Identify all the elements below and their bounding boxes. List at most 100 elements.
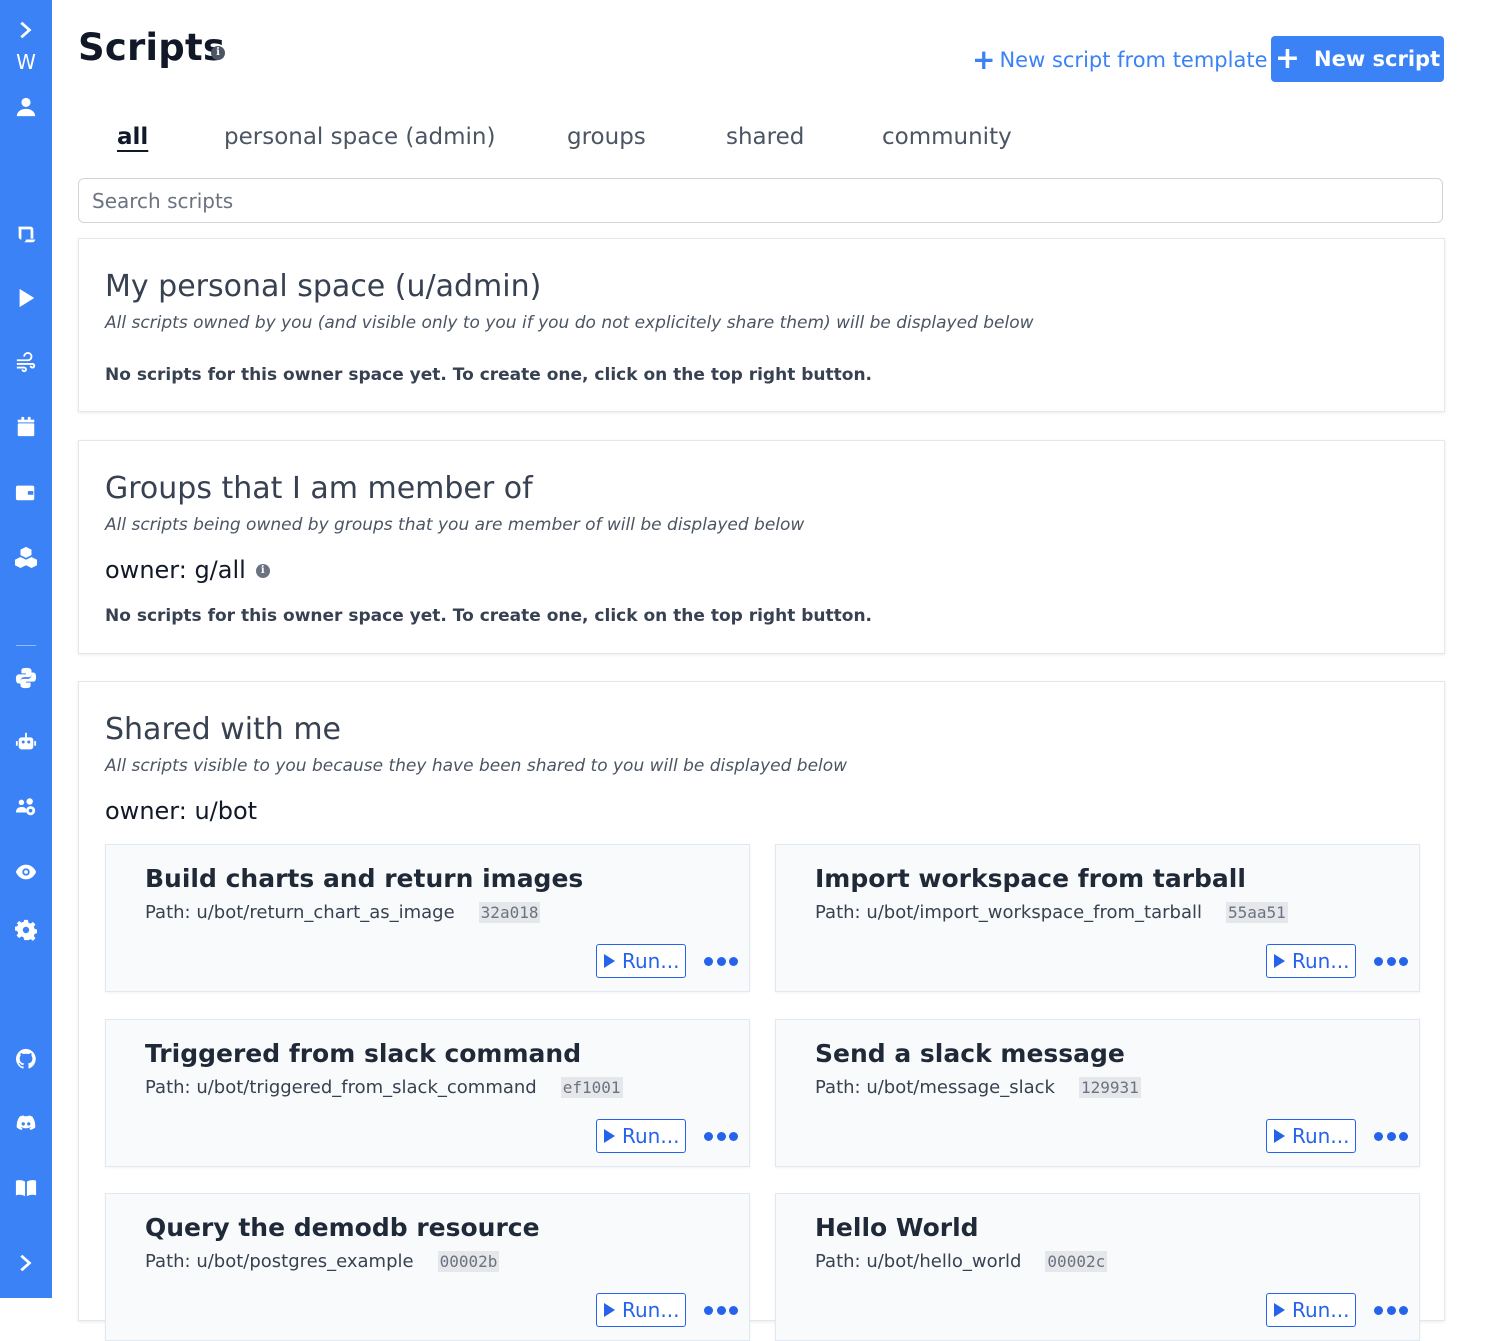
run-button[interactable]: Run... (1266, 1293, 1356, 1327)
script-path: Path: u/bot/message_slack 129931 (815, 1077, 1141, 1098)
docs-link[interactable] (0, 1172, 52, 1204)
cubes-icon (15, 546, 37, 568)
script-hash: 129931 (1079, 1077, 1141, 1098)
script-title[interactable]: Hello World (815, 1213, 979, 1242)
sidebar-item-runs[interactable] (0, 282, 52, 314)
sidebar-item-python[interactable] (0, 662, 52, 694)
script-hash: 00002b (437, 1251, 500, 1272)
sidebar-item-hub[interactable] (0, 541, 52, 573)
script-hash: 55aa51 (1226, 902, 1288, 923)
personal-space-panel: My personal space (u/admin) All scripts … (78, 238, 1445, 412)
new-script-button[interactable]: + New script (1271, 36, 1444, 82)
script-title[interactable]: Send a slack message (815, 1039, 1125, 1068)
tab-community[interactable]: community (882, 124, 1012, 150)
sidebar-item-audit[interactable] (0, 856, 52, 888)
template-button-label: New script from template (999, 48, 1268, 72)
script-title[interactable]: Query the demodb resource (145, 1213, 540, 1242)
sidebar-item-scripts[interactable] (0, 218, 52, 250)
dot-icon (729, 1131, 738, 1141)
script-hash: ef1001 (560, 1077, 623, 1098)
run-button[interactable]: Run... (596, 1293, 686, 1327)
script-path: Path: u/bot/postgres_example 00002b (145, 1251, 500, 1272)
new-script-from-template-button[interactable]: + New script from template (972, 44, 1268, 76)
more-options-button[interactable] (1374, 953, 1408, 969)
run-button[interactable]: Run... (1266, 944, 1356, 978)
script-path-text: Path: u/bot/return_chart_as_image (145, 902, 455, 923)
dot-icon (1399, 1131, 1408, 1141)
github-icon (15, 1048, 36, 1069)
script-path: Path: u/bot/triggered_from_slack_command… (145, 1077, 623, 1098)
gear-icon (15, 919, 37, 941)
expand-sidebar-button[interactable] (0, 14, 52, 46)
github-link[interactable] (0, 1043, 52, 1075)
dot-icon (1386, 1131, 1396, 1141)
dot-icon (1386, 1305, 1396, 1315)
run-button[interactable]: Run... (596, 1119, 686, 1153)
info-icon[interactable]: i (255, 564, 270, 578)
section-title: Shared with me (105, 712, 342, 747)
tab-shared[interactable]: shared (726, 124, 804, 150)
dot-icon (1374, 956, 1383, 966)
script-path: Path: u/bot/import_workspace_from_tarbal… (815, 902, 1288, 923)
more-options-button[interactable] (1374, 1302, 1408, 1318)
tab-personal-space[interactable]: personal space (admin) (224, 124, 495, 150)
play-icon (1274, 1129, 1285, 1143)
play-icon (19, 288, 35, 308)
run-label: Run... (1292, 1298, 1350, 1322)
run-button[interactable]: Run... (1266, 1119, 1356, 1153)
dot-icon (1399, 956, 1408, 966)
sidebar-item-settings[interactable] (0, 914, 52, 946)
tab-groups[interactable]: groups (567, 124, 646, 150)
search-input[interactable] (78, 178, 1443, 223)
run-label: Run... (622, 949, 680, 973)
play-icon (604, 954, 615, 968)
script-hash: 00002c (1045, 1251, 1108, 1272)
sidebar-item-groups[interactable] (0, 791, 52, 823)
info-icon[interactable]: i (211, 46, 225, 60)
more-options-button[interactable] (704, 1302, 738, 1318)
main-content: Scripts i + New script from template + N… (78, 0, 1445, 1341)
script-card: Import workspace from tarball Path: u/bo… (775, 844, 1420, 992)
dot-icon (1374, 1131, 1383, 1141)
script-title[interactable]: Build charts and return images (145, 864, 583, 893)
discord-link[interactable] (0, 1107, 52, 1139)
run-button[interactable]: Run... (596, 944, 686, 978)
more-options-button[interactable] (704, 953, 738, 969)
run-label: Run... (1292, 949, 1350, 973)
sidebar-item-flows[interactable] (0, 347, 52, 379)
dot-icon (1386, 956, 1396, 966)
dot-icon (716, 1131, 726, 1141)
dot-icon (716, 956, 726, 966)
script-card: Query the demodb resource Path: u/bot/po… (105, 1193, 750, 1341)
play-icon (604, 1303, 615, 1317)
dot-icon (1374, 1305, 1383, 1315)
dot-icon (729, 1305, 738, 1315)
wallet-icon (15, 485, 35, 501)
play-icon (1274, 1303, 1285, 1317)
sidebar-item-schedules[interactable] (0, 411, 52, 443)
section-description: All scripts visible to you because they … (105, 756, 848, 776)
script-card: Send a slack message Path: u/bot/message… (775, 1019, 1420, 1167)
dot-icon (704, 1131, 713, 1141)
more-options-button[interactable] (704, 1128, 738, 1144)
chevron-right-icon (20, 21, 32, 39)
dot-icon (704, 1305, 713, 1315)
user-menu-button[interactable] (0, 91, 52, 123)
owner-label: owner: g/all i (105, 556, 270, 584)
sidebar-divider (16, 645, 36, 646)
new-script-label: New script (1314, 47, 1441, 71)
sidebar-item-resources[interactable] (0, 476, 52, 508)
sidebar: W (0, 0, 52, 1298)
calendar-icon (17, 416, 35, 437)
section-title: My personal space (u/admin) (105, 269, 542, 304)
sidebar-item-bots[interactable] (0, 726, 52, 758)
collapse-sidebar-button[interactable] (0, 1247, 52, 1279)
script-title[interactable]: Triggered from slack command (145, 1039, 581, 1068)
run-label: Run... (1292, 1124, 1350, 1148)
workspace-initial[interactable]: W (0, 50, 52, 74)
tab-all[interactable]: all (117, 124, 148, 150)
script-path-text: Path: u/bot/triggered_from_slack_command (145, 1077, 537, 1098)
section-title: Groups that I am member of (105, 471, 533, 506)
script-title[interactable]: Import workspace from tarball (815, 864, 1246, 893)
more-options-button[interactable] (1374, 1128, 1408, 1144)
